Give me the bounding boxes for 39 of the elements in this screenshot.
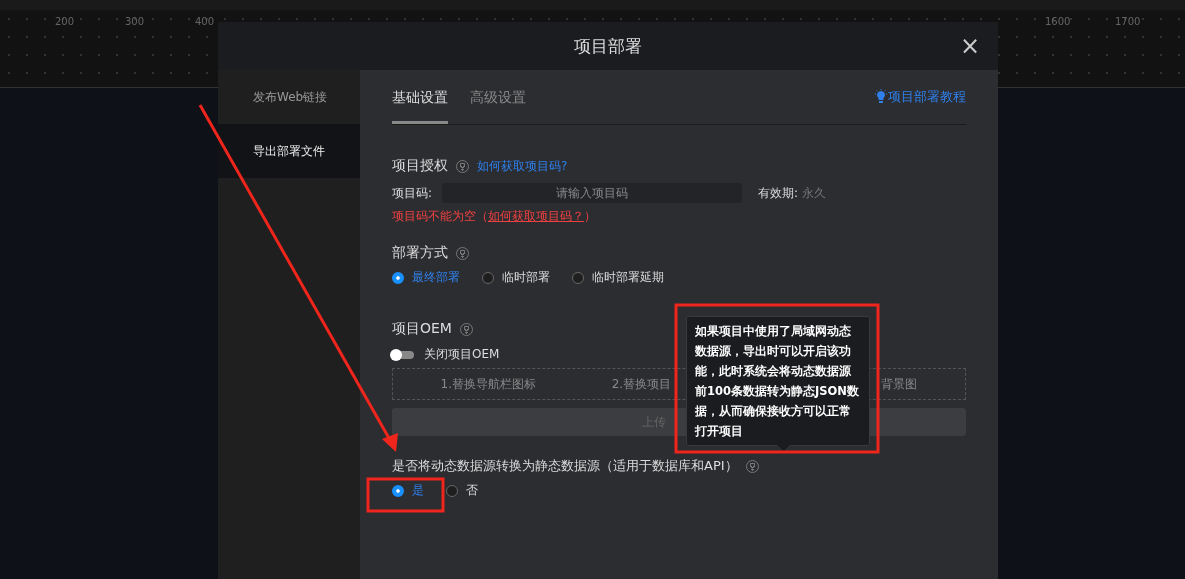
oem-item: 背景图 <box>881 375 918 393</box>
dialog-title: 项目部署 <box>574 34 642 58</box>
question-text: 是否将动态数据源转换为静态数据源（适用于数据库和API） <box>392 457 738 475</box>
tutorial-link[interactable]: 项目部署教程 <box>874 88 966 106</box>
ruler-label: 200 <box>55 15 76 27</box>
field-label: 有效期: <box>758 184 799 202</box>
tooltip: 如果项目中使用了局域网动态数据源，导出时可以开启该功能，此时系统会将动态数据源前100条数据转为静态JSON数据，从而确保接收方可以正常打开项目 <box>686 316 870 453</box>
section-title: 部署方式 <box>392 244 448 262</box>
sidebar-item[interactable]: 发布Web链接 <box>218 70 360 124</box>
error-message: 项目码不能为空（如何获取项目码？） <box>392 208 597 225</box>
radio-option[interactable]: 临时部署 <box>482 269 550 286</box>
radio-option[interactable]: 临时部署延期 <box>572 269 664 286</box>
section-title: 项目授权 <box>392 157 448 175</box>
toggle-label: 关闭项目OEM <box>424 346 500 363</box>
toggle-switch[interactable] <box>392 350 414 359</box>
close-button[interactable]: × <box>957 34 982 58</box>
ruler-label: 400 <box>195 15 216 27</box>
help-link[interactable]: 如何获取项目码? <box>477 157 568 175</box>
help-icon[interactable] <box>456 159 469 173</box>
section-title: 项目OEM <box>392 320 452 338</box>
radio-option[interactable]: 否 <box>446 482 478 499</box>
ruler-label: 1600 <box>1045 15 1072 27</box>
help-link[interactable]: 如何获取项目码？ <box>488 209 584 223</box>
sidebar-item[interactable]: 导出部署文件 <box>218 124 360 178</box>
radio-option[interactable]: 最终部署 <box>392 269 460 286</box>
lightbulb-icon <box>874 89 888 105</box>
validity-value: 永久 <box>802 184 827 202</box>
field-label: 项目码: <box>392 184 433 202</box>
tab[interactable]: 高级设置 <box>470 89 526 124</box>
ruler-label: 300 <box>125 15 146 27</box>
help-icon[interactable] <box>745 459 759 473</box>
radio-option[interactable]: 是 <box>392 482 424 499</box>
oem-item: 2.替换项目 <box>610 375 672 393</box>
project-code-field[interactable]: 请输入项目码 <box>442 183 743 203</box>
help-icon[interactable] <box>456 246 469 260</box>
help-icon[interactable] <box>459 322 473 336</box>
oem-item: 1.替换导航栏图标 <box>440 375 537 393</box>
ruler-label: 1700 <box>1115 15 1142 27</box>
tab[interactable]: 基础设置 <box>392 89 448 124</box>
